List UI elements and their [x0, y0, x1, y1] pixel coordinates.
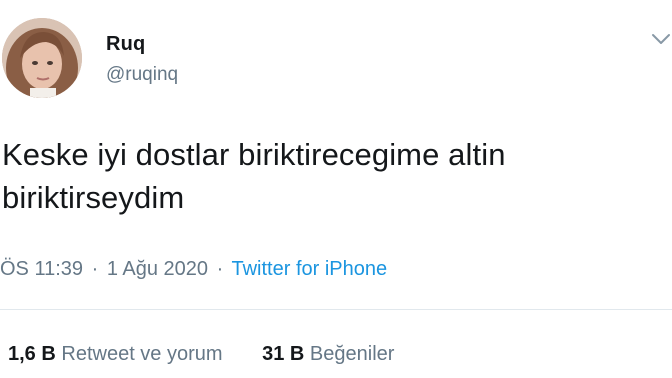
- user-handle[interactable]: @ruqinq: [106, 64, 178, 86]
- tweet-source-link[interactable]: Twitter for iPhone: [231, 258, 387, 280]
- tweet-stats: 1,6 B Retweet ve yorum 31 B Beğeniler: [8, 343, 394, 366]
- tweet-text-line: biriktirseydim: [2, 180, 185, 215]
- avatar-image: [2, 18, 82, 98]
- tweet-date[interactable]: 1 Ağu 2020: [107, 258, 208, 280]
- tweet-text: Keske iyi dostlar biriktirecegime altin …: [2, 133, 662, 219]
- chevron-down-icon[interactable]: [650, 30, 672, 48]
- avatar[interactable]: [2, 18, 82, 98]
- display-name[interactable]: Ruq: [106, 33, 145, 56]
- likes-label: Beğeniler: [309, 343, 395, 365]
- tweet-text-line: Keske iyi dostlar biriktirecegime altin: [2, 137, 506, 172]
- retweets-stat[interactable]: 1,6 B Retweet ve yorum: [8, 343, 223, 366]
- meta-separator: ·: [216, 258, 224, 280]
- retweets-label: Retweet ve yorum: [61, 343, 223, 365]
- likes-count: 31 B: [262, 343, 305, 365]
- tweet-card: Ruq @ruqinq Keske iyi dostlar biriktirec…: [0, 0, 672, 378]
- likes-stat[interactable]: 31 B Beğeniler: [262, 343, 394, 366]
- divider: [0, 309, 672, 310]
- tweet-time[interactable]: ÖS 11:39: [0, 258, 83, 280]
- tweet-meta: ÖS 11:39 · 1 Ağu 2020 · Twitter for iPho…: [0, 258, 387, 281]
- retweets-count: 1,6 B: [8, 343, 56, 365]
- meta-separator: ·: [91, 258, 99, 280]
